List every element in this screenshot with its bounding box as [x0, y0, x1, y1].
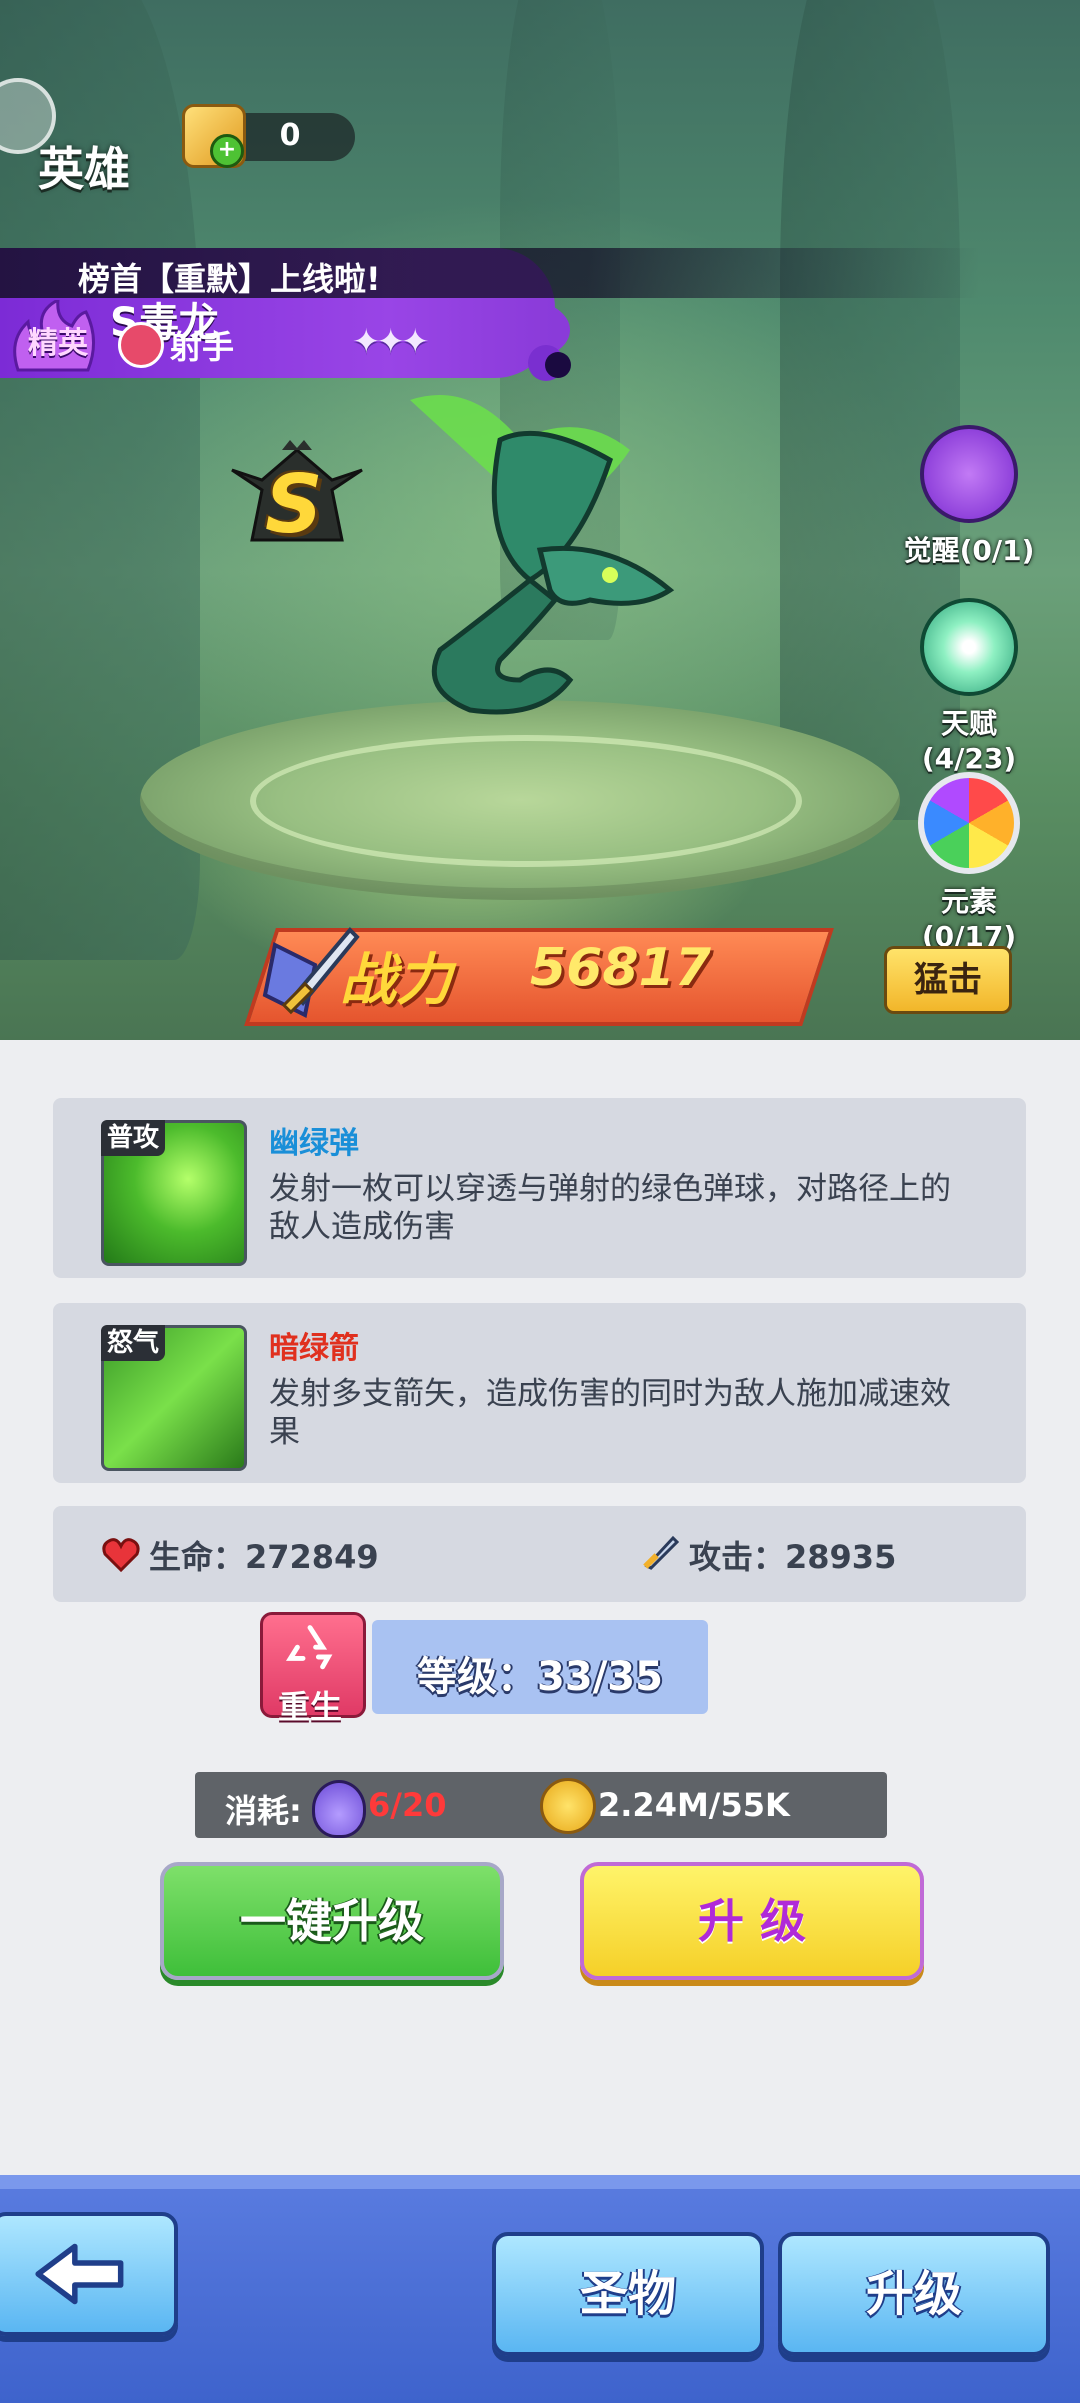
attack-stat: 攻击：28935 — [689, 1538, 897, 1576]
currency-value: 0 — [279, 118, 301, 153]
stats-bar: 生命：272849 攻击：28935 — [53, 1506, 1026, 1602]
upgrade-all-button[interactable]: 一键升级 — [160, 1862, 504, 1980]
skill-name: 暗绿箭 — [269, 1331, 359, 1366]
cost-label: 消耗: — [225, 1792, 302, 1830]
stage-ring — [250, 735, 802, 867]
hp-stat: 生命：272849 — [149, 1538, 379, 1576]
add-currency-icon[interactable]: + — [210, 134, 244, 168]
upgrade-button[interactable]: 升 级 — [580, 1862, 924, 1980]
talent-button[interactable]: 天赋(4/23) — [894, 598, 1044, 775]
relic-button[interactable]: 圣物 — [492, 2232, 764, 2356]
potion-cost: 6/20 — [368, 1786, 447, 1824]
banner-dot — [545, 352, 571, 378]
awaken-button[interactable]: 觉醒(0/1) — [894, 425, 1044, 569]
back-button[interactable] — [0, 2212, 178, 2336]
element-label: 元素(0/17) — [921, 885, 1017, 953]
archer-class-icon — [118, 322, 164, 368]
combat-power-label: 战力 — [340, 948, 452, 1013]
skill-description: 发射一枚可以穿透与弹射的绿色弹球，对路径上的敌人造成伤害 — [269, 1171, 951, 1245]
star-rating: ✦✦✦ — [352, 322, 429, 362]
announcement-text: 榜首【重默】上线啦! — [78, 260, 381, 298]
awaken-book-icon — [920, 425, 1018, 523]
gold-coin-icon — [540, 1778, 596, 1834]
talent-star-icon — [920, 598, 1018, 696]
rarity-label: 精英 — [28, 326, 88, 361]
skill-type-tag: 怒气 — [101, 1325, 166, 1361]
skill-type-tag: 普攻 — [101, 1120, 166, 1156]
element-button[interactable]: 元素(0/17) — [894, 772, 1044, 953]
page-title: 英雄 — [38, 142, 130, 196]
rebirth-label: 重生 — [277, 1688, 342, 1726]
awaken-label: 觉醒(0/1) — [903, 534, 1035, 567]
combat-power-value: 56817 — [530, 938, 711, 998]
nav-divider — [0, 2175, 1080, 2189]
rank-letter: S — [265, 458, 323, 551]
coin-cost: 2.24M/55K — [598, 1786, 790, 1824]
element-wheel-icon — [918, 772, 1020, 874]
skill-card-rage[interactable]: 怒气 暗绿箭 发射多支箭矢，造成伤害的同时为敌人施加减速效果 — [53, 1303, 1026, 1483]
skill-description: 发射多支箭矢，造成伤害的同时为敌人施加减速效果 — [269, 1376, 951, 1450]
talent-label: 天赋(4/23) — [921, 707, 1017, 775]
back-arrow-icon — [35, 2243, 124, 2305]
recycle-icon — [285, 1625, 333, 1670]
sword-icon — [639, 1532, 680, 1572]
level-label: 等级：33/35 — [417, 1654, 663, 1700]
heart-icon — [101, 1534, 141, 1574]
class-label: 射手 — [170, 328, 235, 366]
skill-name: 幽绿弹 — [269, 1126, 359, 1161]
potion-icon — [312, 1780, 366, 1838]
skill-card-basic[interactable]: 普攻 幽绿弹 发射一枚可以穿透与弹射的绿色弹球，对路径上的敌人造成伤害 — [53, 1098, 1026, 1278]
nav-upgrade-button[interactable]: 升级 — [778, 2232, 1050, 2356]
attack-type-tag[interactable]: 猛击 — [884, 946, 1012, 1014]
dragon-hero-sprite[interactable] — [380, 380, 700, 740]
